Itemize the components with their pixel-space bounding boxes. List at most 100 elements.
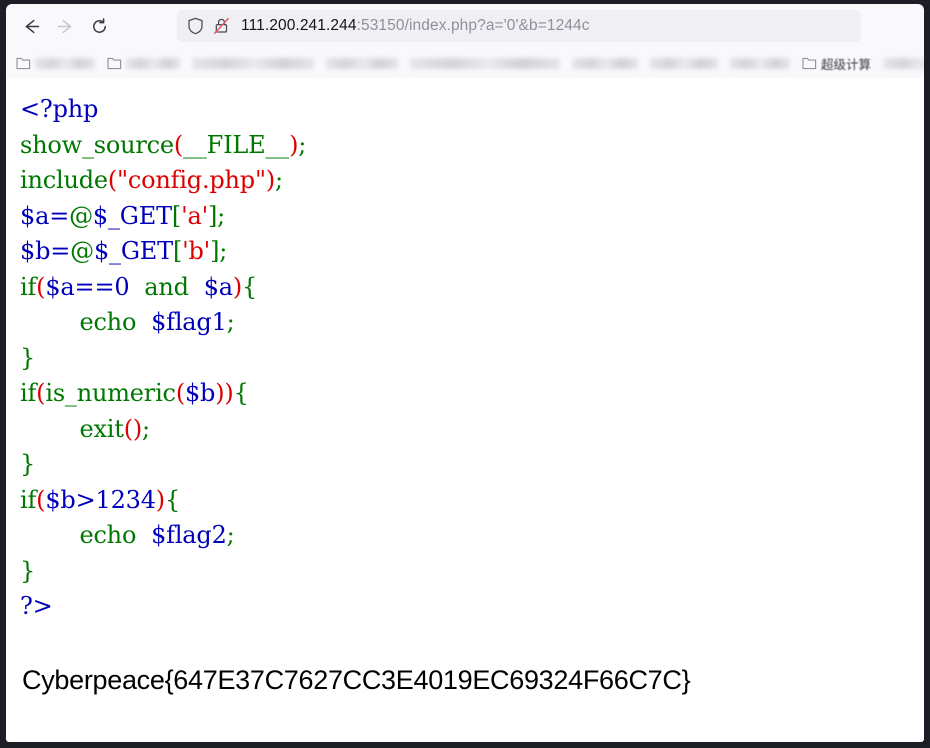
- bookmark-item-chinese[interactable]: 超级计算: [798, 52, 875, 74]
- code-line: }: [20, 341, 924, 377]
- code-token: $flag1: [151, 308, 227, 336]
- code-line: include("config.php");: [20, 163, 924, 199]
- code-token: ): [289, 130, 299, 159]
- code-token: ?>: [20, 592, 53, 620]
- code-token: $flag2: [151, 521, 227, 549]
- bookmark-label-redacted: [730, 57, 790, 69]
- bookmarks-bar: 超级计算 机词汇: [6, 48, 924, 78]
- bookmark-item[interactable]: [12, 52, 99, 74]
- code-token: $b: [184, 379, 216, 407]
- code-token: (: [123, 414, 133, 443]
- bookmark-item[interactable]: [726, 52, 794, 74]
- code-line: exit();: [20, 412, 924, 448]
- code-token: ]: [210, 237, 220, 265]
- code-token: 0: [114, 272, 130, 301]
- forward-button[interactable]: [48, 9, 82, 43]
- code-token: if: [20, 272, 37, 301]
- urlbar-container: 111.200.241.244:53150/index.php?a='0'&b=…: [116, 10, 916, 42]
- address-bar[interactable]: 111.200.241.244:53150/index.php?a='0'&b=…: [177, 10, 861, 42]
- bookmark-folder-icon: [802, 57, 817, 70]
- url-path-query: :53150/index.php?a='0'&b=1244c: [356, 17, 590, 34]
- code-line: if($b>1234){: [20, 483, 924, 519]
- php-source-code: <?php show_source(__FILE__); include("conf…: [20, 92, 924, 625]
- code-token: (: [175, 379, 185, 407]
- code-token: ): [232, 272, 243, 301]
- code-token: is_numeric: [45, 379, 176, 407]
- code-token: __FILE__: [183, 130, 290, 159]
- code-token: =: [49, 201, 70, 230]
- browser-window: 111.200.241.244:53150/index.php?a='0'&b=…: [0, 0, 930, 748]
- code-token: ): [215, 379, 225, 407]
- code-token: $_GET: [92, 201, 172, 230]
- code-token: 1234: [95, 485, 156, 514]
- bookmark-label-redacted: [572, 57, 638, 69]
- code-token: @: [70, 237, 94, 265]
- code-token: [: [172, 237, 183, 265]
- code-token: (: [107, 166, 118, 194]
- code-line: if($a==0 and $a){: [20, 270, 924, 306]
- shield-icon[interactable]: [187, 17, 204, 35]
- code-token: "config.php": [117, 166, 266, 194]
- bookmark-label-redacted: [126, 57, 180, 69]
- code-token: (: [36, 485, 46, 514]
- bookmark-item[interactable]: [406, 52, 564, 74]
- code-token: <?php: [20, 95, 99, 123]
- code-token: $b: [45, 485, 76, 514]
- code-token: ): [155, 485, 165, 514]
- bookmark-folder-icon: [16, 57, 31, 70]
- bookmark-item[interactable]: [322, 52, 402, 74]
- code-line: if(is_numeric($b)){: [20, 376, 924, 412]
- bookmark-item[interactable]: [646, 52, 722, 74]
- code-line: }: [20, 554, 924, 590]
- bookmark-item[interactable]: [879, 52, 924, 74]
- bookmark-label-redacted: [35, 57, 95, 69]
- bookmark-folder-icon: [107, 57, 122, 70]
- code-token: show_source: [20, 130, 174, 159]
- code-line: $b=@$_GET['b'];: [20, 234, 924, 270]
- bookmark-item[interactable]: [568, 52, 642, 74]
- bookmark-label-redacted: [883, 57, 924, 69]
- code-token: ;: [226, 308, 235, 336]
- code-token: echo: [79, 521, 137, 549]
- code-token: @: [69, 201, 93, 230]
- code-token: {: [164, 485, 181, 514]
- url-host: 111.200.241.244: [241, 17, 357, 34]
- code-line: echo $flag2;: [20, 518, 924, 554]
- insecure-lock-icon[interactable]: [213, 17, 230, 35]
- reload-icon: [92, 17, 106, 33]
- bookmark-item[interactable]: [188, 52, 318, 74]
- code-token: exit: [79, 414, 124, 443]
- code-token: {: [233, 379, 249, 407]
- code-token: ;: [217, 201, 226, 230]
- code-token: ;: [274, 166, 283, 194]
- code-line: $a=@$_GET['a'];: [20, 199, 924, 235]
- code-token: $a: [45, 272, 75, 301]
- page-content: <?php show_source(__FILE__); include("conf…: [6, 78, 924, 742]
- code-token: {: [242, 272, 258, 301]
- url-text[interactable]: 111.200.241.244:53150/index.php?a='0'&b=…: [239, 17, 590, 35]
- code-token: ): [224, 379, 234, 407]
- bookmark-item[interactable]: [103, 52, 184, 74]
- code-token: =: [50, 237, 71, 265]
- bookmark-label-redacted: [192, 57, 314, 69]
- code-token: if: [20, 379, 37, 407]
- code-token: [: [171, 201, 182, 230]
- code-token: }: [20, 556, 36, 585]
- code-token: ;: [298, 130, 307, 159]
- bookmark-label: 超级计算: [821, 57, 872, 72]
- back-arrow-icon: [25, 19, 39, 33]
- forward-arrow-icon: [57, 19, 71, 33]
- code-token: 'b': [182, 237, 211, 265]
- code-token: include: [20, 166, 108, 194]
- back-button[interactable]: [14, 9, 48, 43]
- code-token: if: [20, 485, 37, 514]
- reload-button[interactable]: [82, 9, 116, 43]
- code-token: and: [144, 272, 189, 301]
- code-token: ;: [142, 414, 150, 443]
- bookmark-label-redacted: [650, 57, 718, 69]
